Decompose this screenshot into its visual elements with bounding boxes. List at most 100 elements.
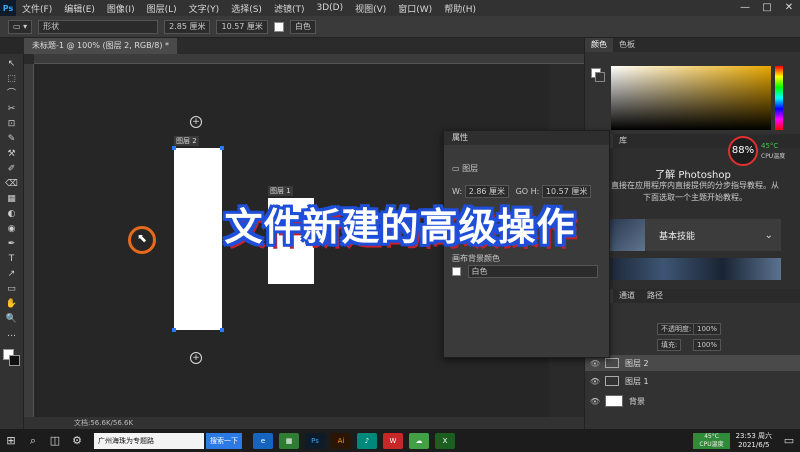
width-field[interactable]: 2.85 厘米 (164, 19, 211, 34)
menu-type[interactable]: 文字(Y) (183, 2, 226, 15)
color-panel: 颜色 色板 (585, 38, 800, 134)
blur-tool-icon[interactable]: ◉ (5, 223, 19, 235)
eraser-tool-icon[interactable]: ⌫ (5, 178, 19, 190)
fill-select[interactable]: 白色 (289, 19, 316, 34)
transform-handle[interactable] (220, 328, 224, 332)
canvas-bg-row: 白色 (452, 265, 598, 278)
stamp-tool-icon[interactable]: ⚒ (5, 148, 19, 160)
menu-image[interactable]: 图像(I) (101, 2, 141, 15)
fill-field[interactable]: 100% (693, 339, 722, 351)
layer1-canvas-label: 图层 1 (268, 186, 293, 196)
menu-window[interactable]: 窗口(W) (392, 2, 438, 15)
background-color[interactable] (8, 355, 20, 366)
type-tool-icon[interactable]: T (5, 253, 19, 265)
hand-tool-icon[interactable]: ✋ (5, 298, 19, 310)
zoom-tool-icon[interactable]: 🔍 (5, 313, 19, 325)
edge-app-icon[interactable]: e (253, 432, 273, 449)
layer-thumbnail (605, 395, 623, 407)
menu-select[interactable]: 选择(S) (225, 2, 268, 15)
transform-handle[interactable] (172, 146, 176, 150)
fill-swatch[interactable] (273, 21, 284, 32)
menu-layer[interactable]: 图层(L) (141, 2, 183, 15)
close-button[interactable]: ✕ (778, 0, 800, 16)
cursor-icon: ⬉ (137, 231, 148, 245)
basic-skills-card[interactable]: 基本技能 ⌄ (605, 219, 781, 251)
lasso-tool-icon[interactable]: ⌒ (5, 88, 19, 100)
link-button[interactable]: GO (516, 187, 529, 196)
eye-icon[interactable]: 👁 (585, 377, 605, 386)
taskbar-clock[interactable]: 23:53 周六 2021/6/5 (730, 432, 778, 450)
photoshop-logo: Ps (0, 0, 16, 16)
minimize-button[interactable]: — (734, 0, 756, 16)
add-artboard-bottom-icon[interactable]: + (190, 352, 202, 364)
learn-title: 了解 Photoshop (655, 170, 731, 181)
chevron-down-icon[interactable]: ⌄ (765, 230, 781, 241)
dodge-tool-icon[interactable]: ◐ (5, 208, 19, 220)
history-brush-tool-icon[interactable]: ✐ (5, 163, 19, 175)
tab-channels[interactable]: 通道 (613, 289, 641, 303)
shape-tool-preset[interactable]: ▭ ▾ (8, 19, 33, 34)
more-tools-icon[interactable]: … (5, 328, 19, 340)
taskbar-search-button[interactable]: 搜索一下 (206, 432, 242, 449)
wechat-app-icon[interactable]: ☁ (409, 432, 429, 449)
document-tab[interactable]: 未标题-1 @ 100% (图层 2, RGB/8) * (24, 38, 178, 54)
photoshop-app-icon[interactable]: Ps (305, 432, 325, 449)
search-icon[interactable]: ⌕ (22, 429, 44, 452)
maximize-button[interactable]: □ (756, 0, 778, 16)
menu-filter[interactable]: 滤镜(T) (268, 2, 311, 15)
height-field[interactable]: 10.57 厘米 (216, 19, 268, 34)
menu-edit[interactable]: 编辑(E) (58, 2, 101, 15)
crop-tool-icon[interactable]: ✂ (5, 103, 19, 115)
notification-icon[interactable]: ▭ (778, 429, 800, 452)
tab-libraries[interactable]: 库 (613, 134, 633, 148)
eye-icon[interactable]: 👁 (585, 397, 605, 406)
tab-swatches[interactable]: 色板 (613, 38, 641, 52)
illustrator-app-icon[interactable]: Ai (331, 432, 351, 449)
cpu-temperature: 45°C (761, 142, 779, 150)
menu-file[interactable]: 文件(F) (16, 2, 58, 15)
music-app-icon[interactable]: ♪ (357, 432, 377, 449)
canvas-bg-select[interactable]: 白色 (467, 265, 598, 278)
rectangle-tool-icon[interactable]: ▭ (5, 283, 19, 295)
sheet-app-icon[interactable]: ▦ (279, 432, 299, 449)
mode-select[interactable]: 形状 (38, 19, 159, 34)
fill-label: 填充: (657, 339, 682, 351)
brush-tool-icon[interactable]: ✎ (5, 133, 19, 145)
windows-start-icon[interactable]: ⊞ (0, 429, 22, 452)
properties-title[interactable]: 属性 (444, 131, 609, 145)
excel-app-icon[interactable]: X (435, 432, 455, 449)
color-field[interactable] (611, 66, 771, 130)
tutorial-thumbnails[interactable] (605, 258, 781, 280)
hue-slider[interactable] (775, 66, 783, 130)
task-view-icon[interactable]: ◫ (44, 429, 66, 452)
transform-handle[interactable] (172, 328, 176, 332)
canvas-bg-swatch[interactable] (452, 267, 461, 276)
color-swatches[interactable] (2, 349, 21, 367)
layer-row-layer2[interactable]: 👁 图层 2 (585, 355, 800, 371)
layer-name: 图层 2 (625, 358, 649, 368)
eye-icon[interactable]: 👁 (585, 359, 605, 368)
menu-help[interactable]: 帮助(H) (438, 2, 482, 15)
wps-app-icon[interactable]: W (383, 432, 403, 449)
ruler-horizontal (34, 54, 584, 64)
tab-paths[interactable]: 路径 (641, 289, 669, 303)
move-tool-icon[interactable]: ↖ (5, 58, 19, 70)
menu-view[interactable]: 视图(V) (349, 2, 392, 15)
taskbar-search-input[interactable]: 广州海珠为专题路 (94, 432, 204, 449)
opacity-field[interactable]: 100% (693, 323, 722, 335)
settings-icon[interactable]: ⚙ (66, 429, 88, 452)
add-artboard-top-icon[interactable]: + (190, 116, 202, 128)
transform-handle[interactable] (220, 146, 224, 150)
frame-tool-icon[interactable]: ⊡ (5, 118, 19, 130)
right-panel-dock: 颜色 色板 学习 库 了解 Photoshop 直接在应用程序内直接提供的分步指… (584, 38, 800, 429)
path-select-tool-icon[interactable]: ↗ (5, 268, 19, 280)
color-panel-background[interactable] (595, 72, 605, 82)
pen-tool-icon[interactable]: ✒ (5, 238, 19, 250)
layer-row-layer1[interactable]: 👁 图层 1 (585, 373, 800, 389)
tab-color[interactable]: 颜色 (585, 38, 613, 52)
menu-3d[interactable]: 3D(D) (310, 3, 349, 13)
layer-row-background[interactable]: 👁 背景 (585, 393, 800, 409)
tray-cpu-temp: 45°C (704, 432, 719, 440)
gradient-tool-icon[interactable]: ▦ (5, 193, 19, 205)
marquee-tool-icon[interactable]: ⬚ (5, 73, 19, 85)
